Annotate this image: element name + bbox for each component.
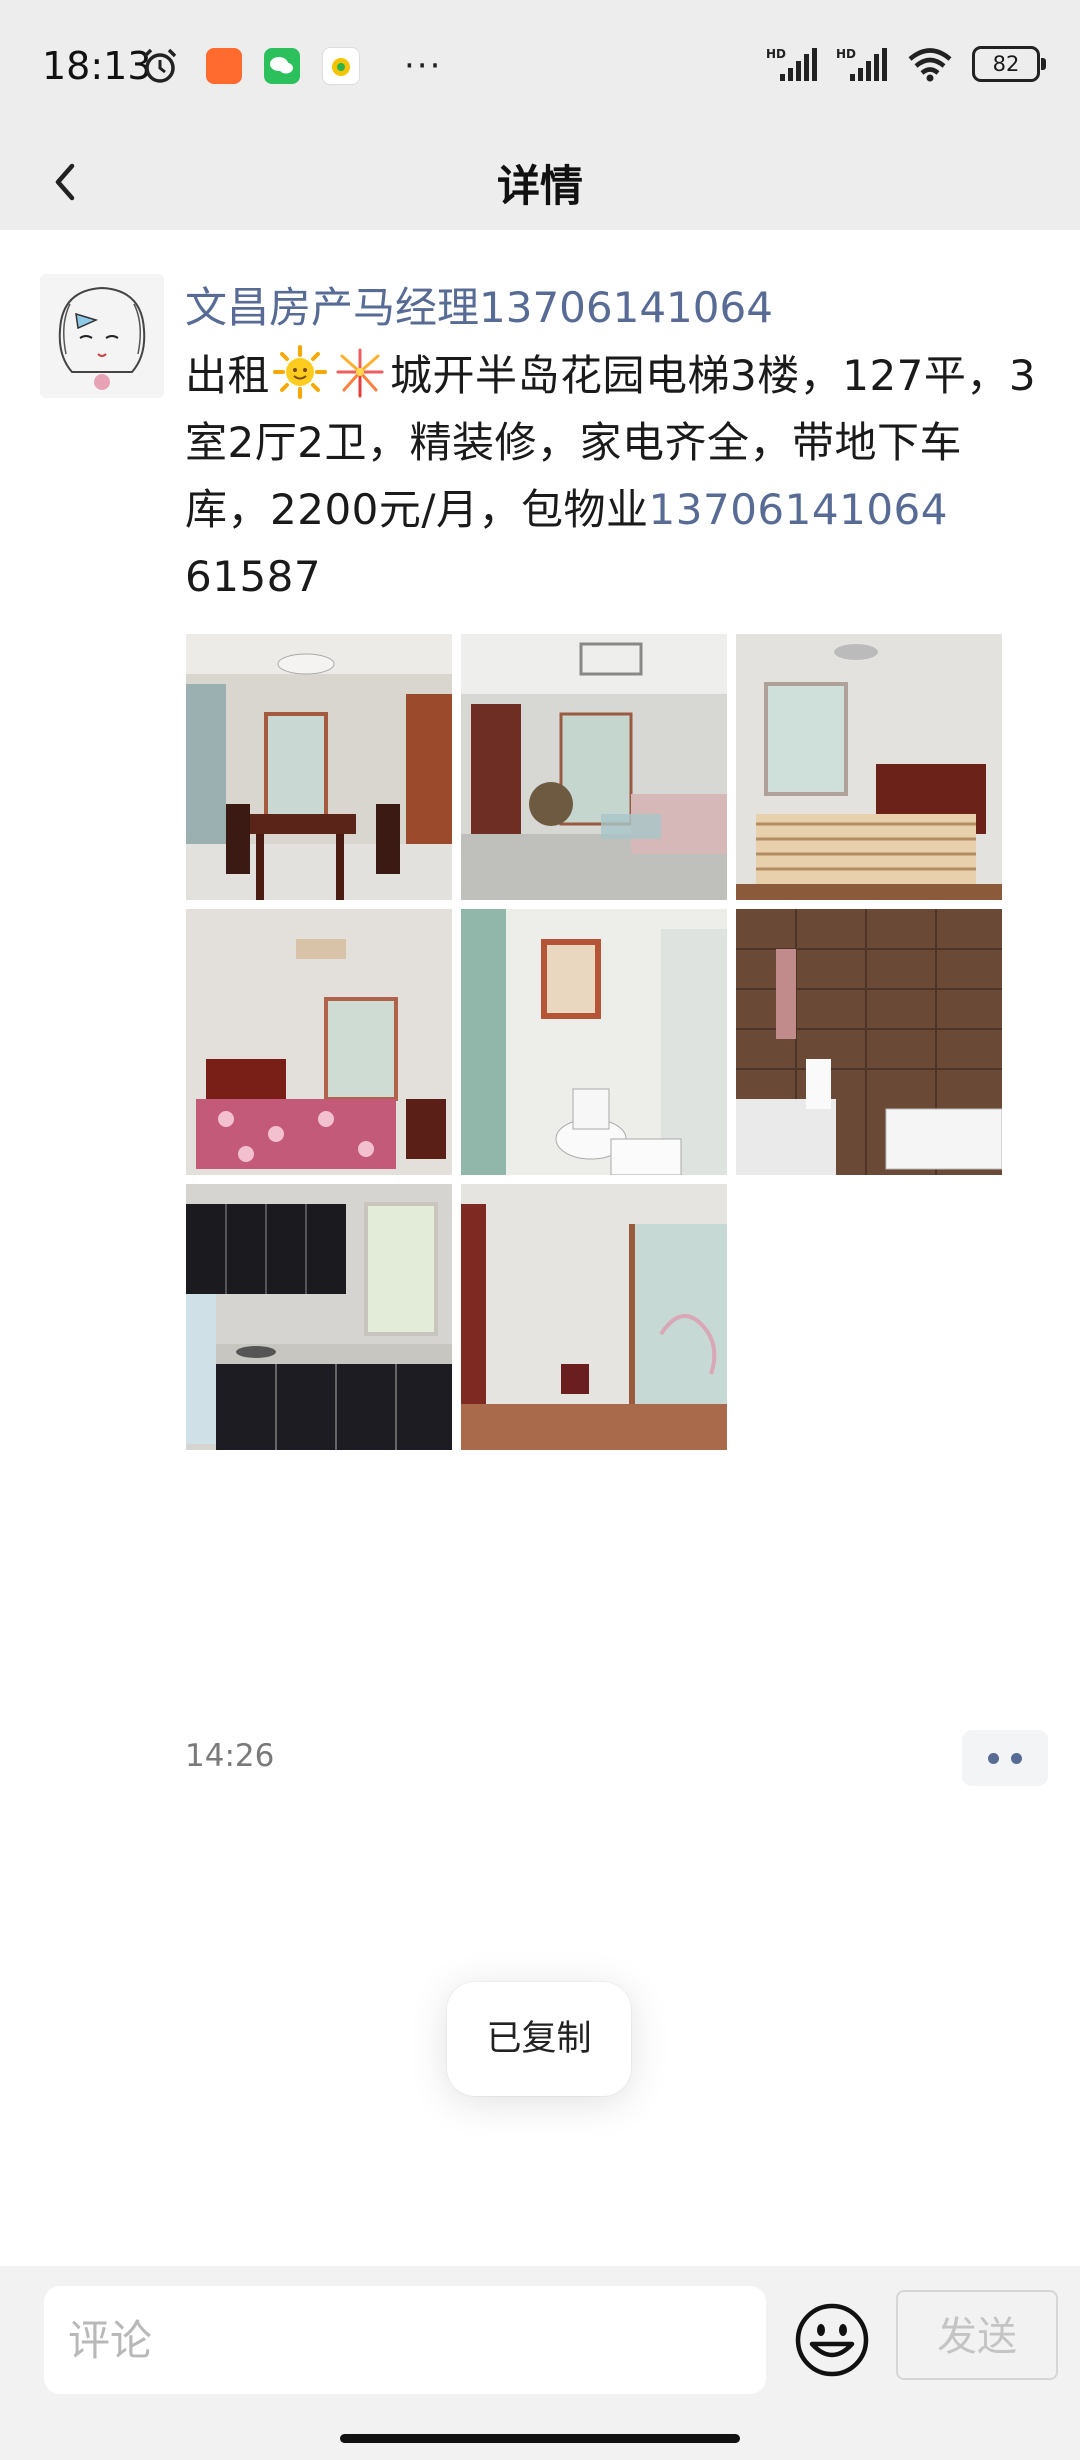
avatar[interactable] [40,274,164,398]
post-content: 出租 城开半岛花园电梯3楼，127平，3室2厅2卫，精装修，家电齐全，带地下车库… [185,342,1045,610]
comment-input[interactable] [44,2286,766,2394]
taobao-app-icon [206,48,242,84]
fireworks-emoji-icon [336,348,384,398]
copied-toast: 已复制 [447,1982,631,2096]
photo-bedroom-bedframe[interactable] [736,634,1002,900]
photo-empty-room[interactable] [461,1184,727,1450]
page-title: 详情 [497,162,583,212]
svg-text:HD: HD [766,47,786,61]
wifi-icon [908,48,952,82]
sun-emoji-icon [273,345,328,399]
music-app-icon [322,47,360,85]
post-author[interactable]: 文昌房产马经理13706141064 [185,274,773,335]
comment-bar: 发送 [0,2266,1080,2460]
photo-kitchen[interactable] [186,1184,452,1450]
alarm-icon [143,48,177,83]
home-indicator [340,2434,740,2443]
more-notifications-icon: ··· [404,46,443,86]
nav-bar: 详情 [0,134,1080,230]
post-text-suffix: 61587 [185,552,322,601]
photo-living-room[interactable] [461,634,727,900]
dot-icon [1011,1752,1022,1764]
hd-signal-icon: HD [836,47,887,81]
status-notification-icons: ··· [140,44,442,88]
more-actions-button[interactable] [962,1730,1048,1786]
photo-dining-room[interactable] [186,634,452,900]
photo-bedroom-bed[interactable] [186,909,452,1175]
wechat-app-icon [264,48,300,84]
send-button[interactable]: 发送 [896,2290,1058,2380]
photo-bathroom-toilet[interactable] [461,909,727,1175]
status-system-icons: HD HD 82 [766,46,1046,82]
post-time: 14:26 [185,1738,275,1774]
svg-text:HD: HD [836,47,856,61]
dot-icon [988,1752,999,1764]
emoji-icon[interactable] [794,2302,870,2378]
battery-icon: 82 [972,46,1046,82]
post-phone-link[interactable]: 13706141064 [649,485,948,534]
hd-signal-icon: HD [766,47,817,81]
status-bar: 18:13 ··· HD HD 82 [0,0,1080,134]
photo-bathroom-tub[interactable] [736,909,1002,1175]
post-text-prefix: 出租 [185,351,271,400]
status-time: 18:13 [42,44,152,88]
